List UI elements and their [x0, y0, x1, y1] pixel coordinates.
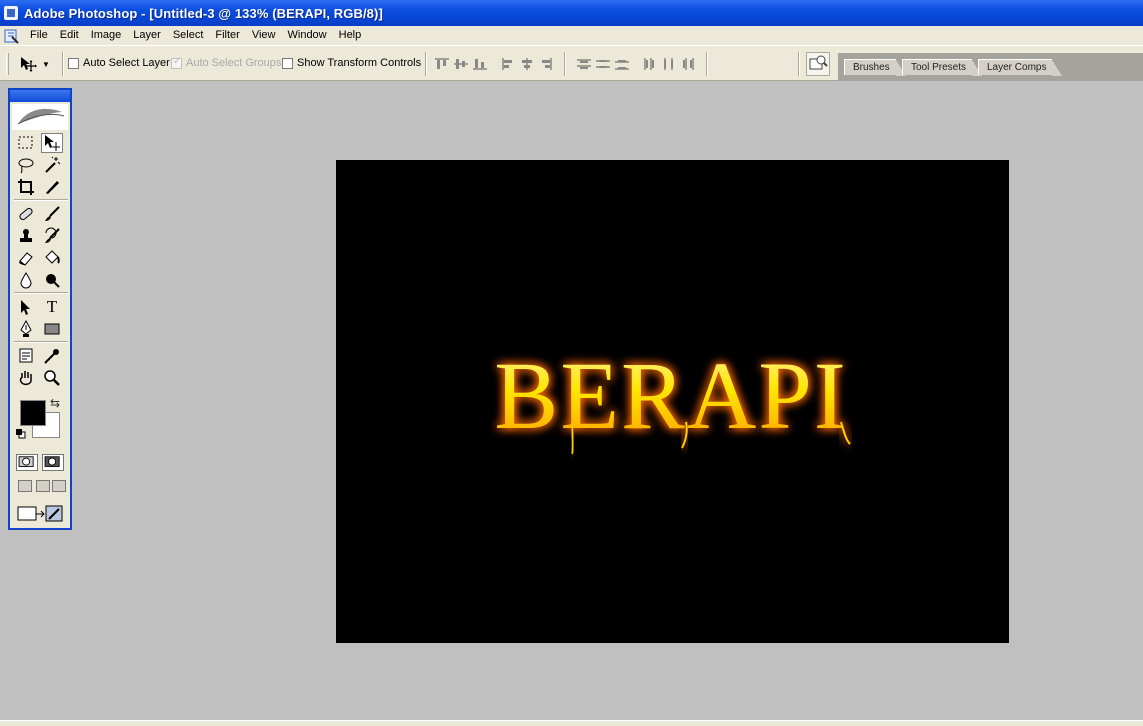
edit-in-imageready-icon[interactable]	[16, 504, 64, 524]
standard-screen-mode-icon[interactable]	[18, 480, 32, 492]
quick-mask-mode-icon[interactable]	[42, 454, 64, 471]
photoshop-feather-logo[interactable]	[12, 104, 68, 130]
menu-window[interactable]: Window	[282, 26, 333, 45]
menu-edit[interactable]: Edit	[54, 26, 85, 45]
show-transform-controls-checkbox[interactable]: Show Transform Controls	[282, 57, 421, 69]
rectangle-shape-icon[interactable]	[41, 319, 63, 339]
align-top-edges-icon[interactable]	[434, 57, 450, 71]
align-right-edges-icon[interactable]	[538, 57, 554, 71]
tab-brushes[interactable]: Brushes	[844, 59, 906, 76]
divider	[425, 52, 427, 76]
distribute-right-edges-icon[interactable]	[680, 57, 696, 71]
tab-layer-comps[interactable]: Layer Comps	[978, 59, 1062, 76]
chevron-down-icon: ▼	[42, 59, 50, 69]
align-bottom-edges-icon[interactable]	[472, 57, 488, 71]
lasso-icon[interactable]	[15, 155, 37, 175]
blur-icon[interactable]	[15, 270, 37, 290]
menu-view[interactable]: View	[246, 26, 282, 45]
document-canvas[interactable]: BERAPI	[336, 160, 1009, 643]
align-left-edges-icon[interactable]	[500, 57, 516, 71]
type-tool-glyph: T	[46, 297, 58, 316]
divider	[14, 292, 68, 294]
title-bar: Adobe Photoshop - [Untitled-3 @ 133% (BE…	[0, 0, 1143, 26]
photoshop-app-icon	[4, 6, 18, 20]
auto-select-layer-checkbox[interactable]: Auto Select Layer	[68, 57, 170, 69]
menu-select[interactable]: Select	[167, 26, 210, 45]
auto-select-groups-label: Auto Select Groups	[186, 57, 282, 69]
divider	[798, 52, 800, 76]
status-bar	[0, 720, 1143, 726]
divider	[706, 52, 708, 76]
divider	[14, 341, 68, 343]
move-tool-preset-icon	[21, 57, 37, 72]
file-browser-icon	[809, 55, 828, 70]
hand-icon[interactable]	[15, 368, 37, 388]
default-colors-icon[interactable]	[16, 429, 26, 439]
move-icon[interactable]	[41, 133, 63, 153]
berapi-layer-text: BERAPI	[494, 342, 847, 449]
eraser-icon[interactable]	[15, 248, 37, 268]
file-browser-button[interactable]	[806, 52, 830, 76]
notes-icon[interactable]	[15, 346, 37, 366]
checkbox-box[interactable]	[171, 56, 182, 69]
show-transform-controls-label: Show Transform Controls	[297, 57, 422, 69]
menu-help[interactable]: Help	[333, 26, 368, 45]
crop-icon[interactable]	[15, 177, 37, 197]
tool-preset-picker[interactable]: ▼	[18, 53, 56, 75]
dodge-icon[interactable]	[41, 270, 63, 290]
magic-wand-icon[interactable]	[41, 155, 63, 175]
distribute-left-edges-icon[interactable]	[642, 57, 658, 71]
options-bar-grip[interactable]	[6, 53, 9, 75]
toolbox: T ⇆	[8, 88, 72, 530]
slice-icon[interactable]	[41, 177, 63, 197]
menu-layer[interactable]: Layer	[127, 26, 167, 45]
divider	[564, 52, 566, 76]
tab-tool-presets[interactable]: Tool Presets	[902, 59, 982, 76]
swap-colors-icon[interactable]: ⇆	[50, 396, 60, 410]
pen-icon[interactable]	[15, 319, 37, 339]
type-icon[interactable]: T	[41, 297, 63, 317]
divider	[14, 199, 68, 201]
distribute-bottom-edges-icon[interactable]	[614, 57, 630, 71]
checkbox-box[interactable]	[282, 57, 293, 69]
healing-brush-icon[interactable]	[15, 204, 37, 224]
standard-mode-icon[interactable]	[16, 454, 38, 471]
clone-stamp-icon[interactable]	[15, 226, 37, 246]
full-screen-menu-mode-icon[interactable]	[36, 480, 50, 492]
align-horizontal-centers-icon[interactable]	[519, 57, 535, 71]
divider	[62, 52, 64, 76]
toolbox-title-bar[interactable]	[10, 90, 70, 102]
document-control-icon[interactable]	[4, 28, 20, 44]
checkbox-box[interactable]	[68, 57, 79, 69]
auto-select-groups-checkbox[interactable]: Auto Select Groups	[171, 56, 282, 69]
document-artwork: BERAPI	[494, 342, 851, 455]
options-bar: ▼ Auto Select Layer Auto Select Groups S…	[0, 45, 1143, 81]
full-screen-mode-icon[interactable]	[52, 480, 66, 492]
distribute-horizontal-centers-icon[interactable]	[661, 57, 677, 71]
distribute-vertical-centers-icon[interactable]	[595, 57, 611, 71]
brush-icon[interactable]	[41, 204, 63, 224]
window-title: Adobe Photoshop - [Untitled-3 @ 133% (BE…	[24, 5, 383, 21]
distribute-top-edges-icon[interactable]	[576, 57, 592, 71]
path-selection-icon[interactable]	[15, 297, 37, 317]
menu-filter[interactable]: Filter	[209, 26, 245, 45]
paint-bucket-icon[interactable]	[41, 248, 63, 268]
rectangular-marquee-icon[interactable]	[15, 133, 37, 153]
history-brush-icon[interactable]	[41, 226, 63, 246]
fire-drip	[571, 421, 574, 455]
zoom-icon[interactable]	[41, 368, 63, 388]
eyedropper-icon[interactable]	[41, 346, 63, 366]
palette-well: Brushes Tool Presets Layer Comps	[838, 53, 1143, 81]
auto-select-layer-label: Auto Select Layer	[83, 57, 170, 69]
menu-image[interactable]: Image	[85, 26, 128, 45]
menu-bar: File Edit Image Layer Select Filter View…	[0, 26, 1143, 45]
menu-file[interactable]: File	[24, 26, 54, 45]
align-vertical-centers-icon[interactable]	[453, 57, 469, 71]
foreground-color-swatch[interactable]	[20, 400, 46, 426]
